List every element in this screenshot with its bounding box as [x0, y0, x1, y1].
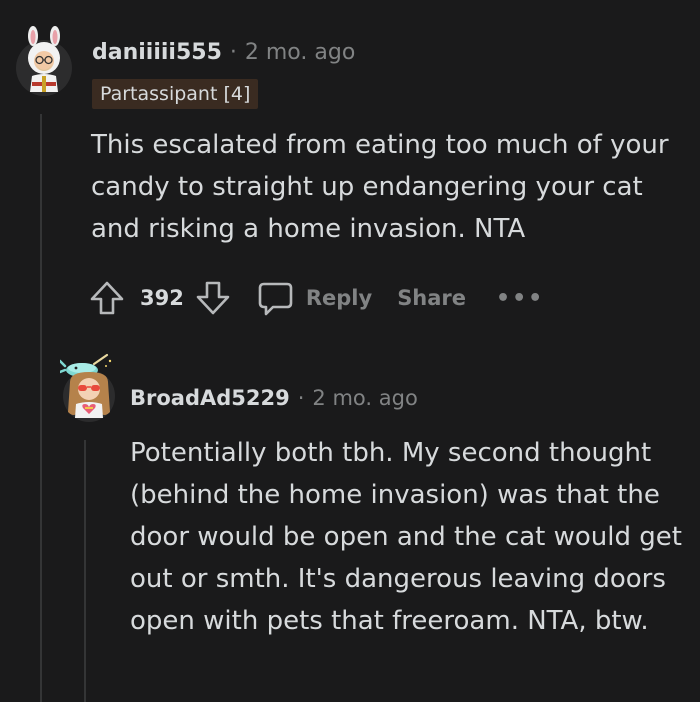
- comment-actions: 392 Reply Share •••: [88, 278, 544, 318]
- timestamp[interactable]: 2 mo. ago: [245, 40, 355, 65]
- reply-meta-separator: ·: [297, 386, 305, 410]
- meta-separator: ·: [229, 39, 237, 65]
- reply-button[interactable]: Reply: [256, 279, 372, 317]
- user-flair: Partassipant [4]: [92, 79, 259, 109]
- username[interactable]: daniiiii555: [92, 40, 222, 65]
- user-avatar[interactable]: [14, 26, 74, 98]
- reply-username[interactable]: BroadAd5229: [130, 386, 290, 410]
- thread-line[interactable]: [40, 114, 42, 702]
- vote-count: 392: [140, 286, 184, 310]
- reply-timestamp[interactable]: 2 mo. ago: [312, 386, 417, 410]
- reply-body: Potentially both tbh. My second thought …: [130, 438, 682, 636]
- reply-user-avatar[interactable]: [58, 352, 118, 424]
- speech-bubble-icon: [256, 279, 294, 317]
- comment: daniiiii555 · 2 mo. ago Partassipant [4]…: [0, 0, 700, 702]
- reply-label: Reply: [305, 286, 373, 310]
- reply-meta: BroadAd5229 · 2 mo. ago: [130, 382, 418, 414]
- arrow-up-icon[interactable]: [88, 279, 126, 317]
- comment-body: This escalated from eating too much of y…: [91, 130, 669, 244]
- ellipsis-icon[interactable]: •••: [496, 286, 544, 311]
- comment-meta: daniiiii555 · 2 mo. ago: [92, 36, 355, 68]
- arrow-down-icon[interactable]: [194, 279, 232, 317]
- share-button[interactable]: Share: [397, 286, 466, 310]
- reply-thread-line[interactable]: [84, 440, 86, 702]
